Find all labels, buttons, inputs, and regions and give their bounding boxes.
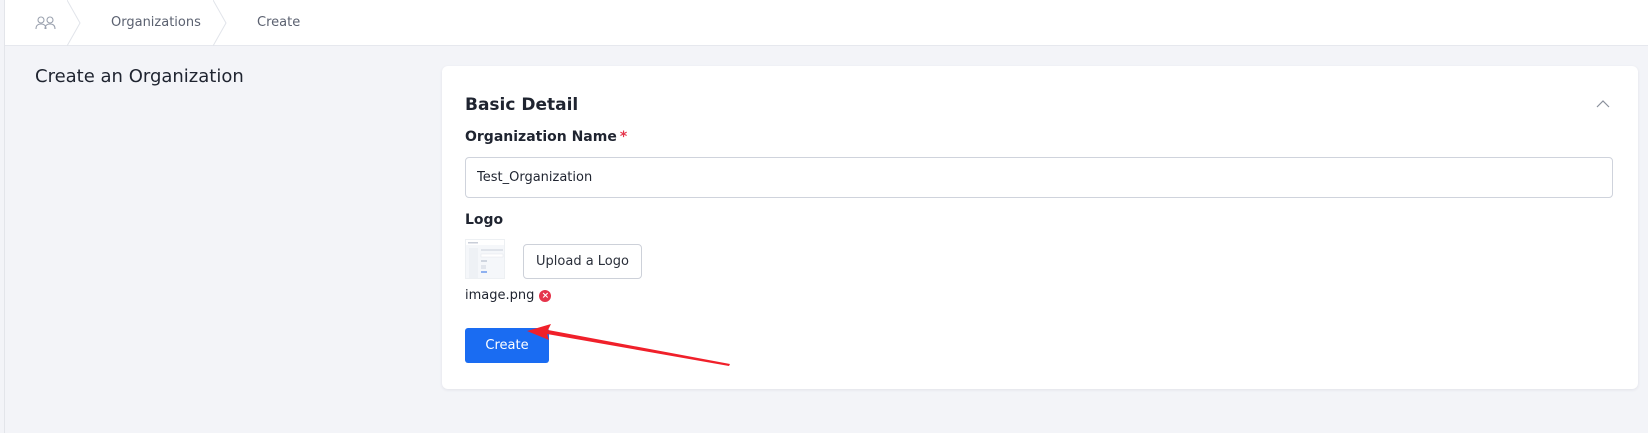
breadcrumb-separator bbox=[67, 0, 81, 46]
logo-preview-image bbox=[466, 240, 504, 278]
card-title: Basic Detail bbox=[465, 95, 579, 115]
upload-logo-button[interactable]: Upload a Logo bbox=[523, 244, 642, 279]
breadcrumb-create: Create bbox=[227, 0, 300, 46]
organization-name-label-text: Organization Name bbox=[465, 129, 617, 145]
basic-detail-card: Basic Detail Organization Name* Logo Upl… bbox=[442, 66, 1638, 389]
logo-thumbnail bbox=[465, 239, 505, 279]
users-icon bbox=[35, 15, 56, 29]
breadcrumb-separator bbox=[213, 0, 227, 46]
breadcrumb-organizations[interactable]: Organizations bbox=[81, 0, 227, 46]
breadcrumb: Organizations Create bbox=[5, 0, 1648, 46]
create-button[interactable]: Create bbox=[465, 328, 549, 363]
page-title: Create an Organization bbox=[35, 66, 244, 87]
organization-name-label: Organization Name * bbox=[465, 129, 627, 145]
breadcrumb-create-label: Create bbox=[257, 15, 301, 30]
app-frame: Organizations Create Create an Organizat… bbox=[4, 0, 1648, 433]
required-mark: * bbox=[619, 129, 628, 145]
breadcrumb-organizations-label: Organizations bbox=[111, 15, 201, 30]
file-name: image.png bbox=[465, 288, 535, 303]
close-circle-icon[interactable]: × bbox=[539, 289, 552, 302]
organization-name-input[interactable] bbox=[465, 157, 1613, 198]
chevron-up-icon[interactable] bbox=[1596, 99, 1610, 109]
breadcrumb-home[interactable] bbox=[5, 0, 81, 46]
logo-label: Logo bbox=[465, 212, 504, 228]
uploaded-file: image.png × bbox=[465, 288, 552, 303]
